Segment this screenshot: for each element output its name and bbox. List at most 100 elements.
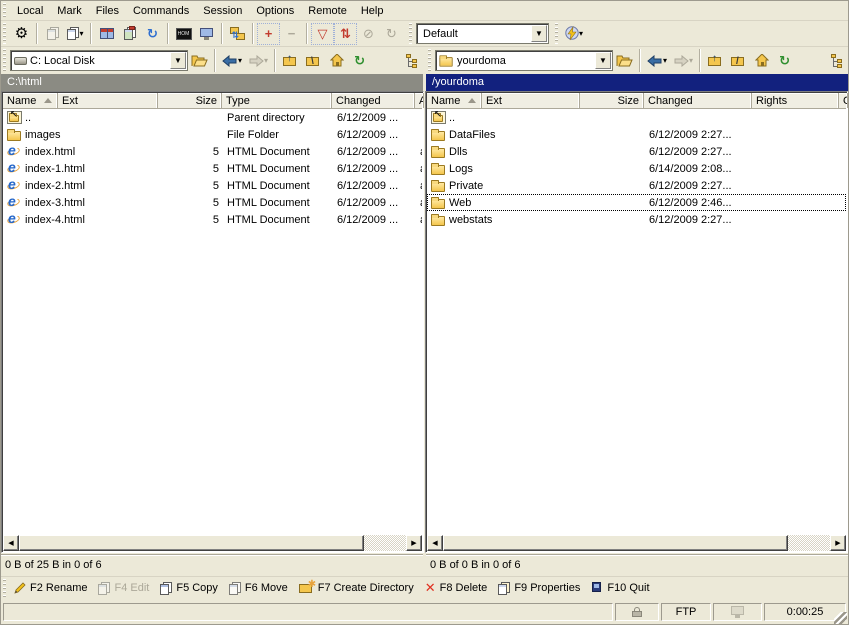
local-file-row[interactable]: imagesFile Folder6/12/2009 ... [3, 126, 422, 143]
gripper[interactable] [555, 23, 559, 44]
f6-move-button[interactable]: F6 Move [225, 580, 295, 597]
remote-file-row[interactable]: DataFiles6/12/2009 2:27... [427, 126, 846, 143]
local-header-size[interactable]: Size [158, 93, 222, 108]
scroll-left-button[interactable]: ◀ [3, 535, 19, 551]
remote-back-button[interactable]: ▾ [644, 50, 670, 72]
duplicate-session-button[interactable]: ▾ [64, 23, 87, 45]
remote-header-ext[interactable]: Ext [482, 93, 580, 108]
local-drive-combo[interactable]: C: Local Disk ▼ [10, 50, 188, 71]
combo-dropdown-button[interactable]: ▼ [170, 52, 186, 69]
transfer-settings-combo[interactable]: Default ▼ [416, 23, 549, 44]
new-session-button[interactable] [195, 23, 218, 45]
menu-local[interactable]: Local [10, 3, 50, 19]
remote-file-row[interactable]: Dlls6/12/2009 2:27... [427, 143, 846, 160]
remote-header-changed[interactable]: Changed [644, 93, 752, 108]
local-file-row[interactable]: eindex.html5HTML Document6/12/2009 ...a [3, 143, 422, 160]
f8-delete-button[interactable]: ✕ F8 Delete [421, 578, 495, 598]
resize-grip[interactable] [834, 612, 847, 625]
scroll-track[interactable] [364, 535, 406, 551]
compare-directories-button[interactable] [95, 23, 118, 45]
f5-copy-button[interactable]: F5 Copy [156, 580, 225, 597]
local-file-row[interactable]: eindex-4.html5HTML Document6/12/2009 ...… [3, 211, 422, 228]
menu-mark[interactable]: Mark [50, 3, 88, 19]
local-horizontal-scrollbar[interactable]: ◀ ▶ [3, 535, 422, 551]
f4-edit-button[interactable]: F4 Edit [94, 580, 156, 597]
menu-files[interactable]: Files [89, 3, 126, 19]
select-files-button[interactable]: + [257, 23, 280, 45]
toolbar-gripper[interactable] [3, 23, 7, 44]
combo-dropdown-button[interactable]: ▼ [595, 52, 611, 69]
local-header-attr[interactable]: A [415, 93, 424, 108]
remote-home-button[interactable] [750, 50, 773, 72]
refresh-session-button[interactable]: ↻ [141, 23, 164, 45]
gripper[interactable] [428, 49, 432, 72]
remote-header-rights[interactable]: Rights [752, 93, 839, 108]
remote-file-row[interactable]: Private6/12/2009 2:27... [427, 177, 846, 194]
local-refresh-button[interactable]: ↻ [348, 50, 371, 72]
local-header-name[interactable]: Name [3, 93, 58, 108]
remote-forward-button[interactable]: ▾ [670, 50, 696, 72]
remote-directory-combo[interactable]: yourdoma ▼ [435, 50, 613, 71]
filter-button[interactable]: ▽ [311, 23, 334, 45]
scroll-track[interactable] [788, 535, 830, 551]
remote-horizontal-scrollbar[interactable]: ◀ ▶ [427, 535, 846, 551]
local-root-directory-button[interactable]: \ [302, 50, 325, 72]
open-console-button[interactable]: HOM [172, 23, 195, 45]
local-forward-button[interactable]: ▾ [245, 50, 271, 72]
remote-file-row[interactable]: Web6/12/2009 2:46... [427, 194, 846, 211]
menu-session[interactable]: Session [196, 3, 249, 19]
scroll-thumb[interactable] [19, 535, 364, 551]
local-back-button[interactable]: ▾ [219, 50, 245, 72]
clear-filter-button[interactable]: ⊘ [357, 23, 380, 45]
remote-header-owner[interactable]: O [839, 93, 848, 108]
local-tree-button[interactable] [400, 50, 423, 72]
menu-remote[interactable]: Remote [301, 3, 354, 19]
local-open-directory-button[interactable] [188, 50, 211, 72]
menu-help[interactable]: Help [354, 3, 391, 19]
synchronize-browsing-button[interactable] [118, 23, 141, 45]
local-file-row[interactable]: ↖..Parent directory6/12/2009 ... [3, 109, 422, 126]
remote-parent-directory-button[interactable]: ↑ [704, 50, 727, 72]
scroll-left-button[interactable]: ◀ [427, 535, 443, 551]
f2-rename-button[interactable]: F2 Rename [10, 580, 94, 596]
unselect-files-button[interactable]: − [280, 23, 303, 45]
local-home-button[interactable] [325, 50, 348, 72]
gripper[interactable] [3, 579, 7, 597]
session-log-button[interactable] [41, 23, 64, 45]
f10-quit-button[interactable]: F10 Quit [587, 580, 656, 596]
local-file-row[interactable]: eindex-2.html5HTML Document6/12/2009 ...… [3, 177, 422, 194]
local-header-changed[interactable]: Changed [332, 93, 415, 108]
menubar-gripper[interactable] [3, 3, 7, 18]
scroll-right-button[interactable]: ▶ [830, 535, 846, 551]
scroll-right-button[interactable]: ▶ [406, 535, 422, 551]
scroll-thumb[interactable] [443, 535, 788, 551]
local-header-ext[interactable]: Ext [58, 93, 158, 108]
f9-properties-button[interactable]: F9 Properties [494, 580, 587, 597]
sync-arrows-icon: ⇅ [337, 26, 354, 42]
remote-open-directory-button[interactable] [613, 50, 636, 72]
remote-header-name[interactable]: Name [427, 93, 482, 108]
remote-tree-button[interactable] [825, 50, 848, 72]
local-file-row[interactable]: eindex-3.html5HTML Document6/12/2009 ...… [3, 194, 422, 211]
combo-dropdown-button[interactable]: ▼ [531, 25, 547, 42]
preferences-button[interactable]: ⚙ [10, 23, 33, 45]
gripper[interactable] [409, 23, 413, 44]
transfer-settings-button[interactable]: ▾ [562, 23, 586, 45]
remote-file-row[interactable]: Logs6/14/2009 2:08... [427, 160, 846, 177]
remote-file-row[interactable]: webstats6/12/2009 2:27... [427, 211, 846, 228]
remote-refresh-button[interactable]: ↻ [773, 50, 796, 72]
file-size: 5 [159, 146, 223, 158]
menu-options[interactable]: Options [249, 3, 301, 19]
local-header-type[interactable]: Type [222, 93, 332, 108]
remote-root-directory-button[interactable]: / [727, 50, 750, 72]
local-file-row[interactable]: eindex-1.html5HTML Document6/12/2009 ...… [3, 160, 422, 177]
synchronize-button[interactable]: ⇅ [334, 23, 357, 45]
remote-header-size[interactable]: Size [580, 93, 644, 108]
menu-commands[interactable]: Commands [126, 3, 196, 19]
remote-file-row[interactable]: ↖.. [427, 109, 846, 126]
f7-create-directory-button[interactable]: ✱ F7 Create Directory [295, 580, 421, 596]
transfer-panels-button[interactable]: ⇅ [226, 23, 249, 45]
abort-button[interactable]: ↻ [380, 23, 403, 45]
gripper[interactable] [3, 49, 7, 72]
local-parent-directory-button[interactable]: ↑ [279, 50, 302, 72]
